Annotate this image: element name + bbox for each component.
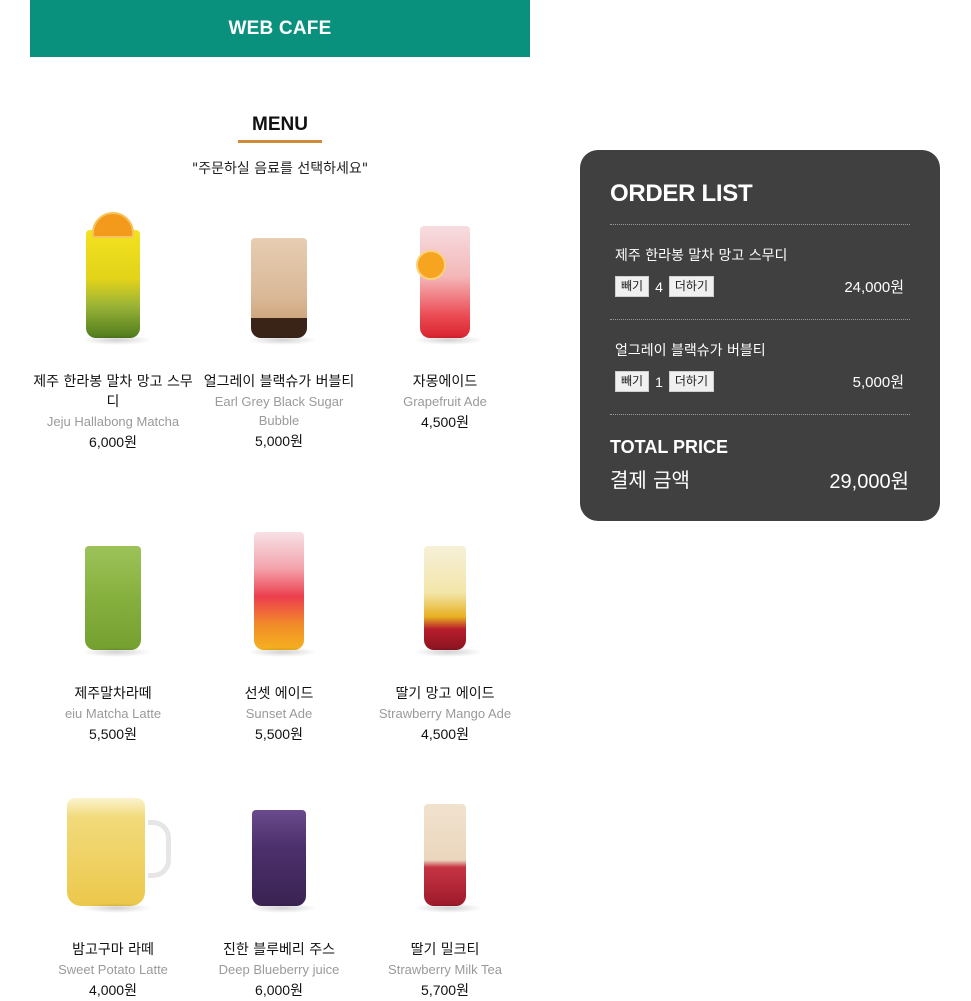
order-item-price: 24,000원 bbox=[844, 279, 904, 296]
menu-title: MENU bbox=[238, 114, 322, 143]
item-price: 5,700원 bbox=[421, 982, 469, 998]
divider bbox=[610, 319, 910, 320]
order-item-name: 제주 한라봉 말차 망고 스무디 bbox=[615, 248, 788, 264]
order-item-price: 5,000원 bbox=[852, 374, 904, 391]
item-price: 4,500원 bbox=[421, 414, 469, 430]
menu-item-grapefruit-ade[interactable]: 자몽에이드 Grapefruit Ade 4,500원 bbox=[362, 200, 528, 433]
menu-item-matcha-latte[interactable]: 제주말차라떼 eiu Matcha Latte 5,500원 bbox=[30, 512, 196, 745]
item-name-en: Earl Grey Black Sugar Bubble bbox=[214, 394, 344, 428]
item-price: 4,000원 bbox=[89, 982, 137, 998]
menu-item-sunset-ade[interactable]: 선셋 에이드 Sunset Ade 5,500원 bbox=[196, 512, 362, 745]
plus-button[interactable]: 더하기 bbox=[668, 371, 715, 392]
total-price-label: TOTAL PRICE bbox=[610, 437, 729, 457]
total-price-amount: 29,000원 bbox=[829, 471, 909, 493]
drink-image bbox=[362, 512, 528, 662]
item-name-ko: 딸기 밀크티 bbox=[410, 942, 480, 958]
item-name-ko: 선셋 에이드 bbox=[244, 686, 314, 702]
item-name-ko: 밤고구마 라떼 bbox=[72, 942, 154, 958]
menu-item-earl-grey-bubble[interactable]: 얼그레이 블랙슈가 버블티 Earl Grey Black Sugar Bubb… bbox=[196, 200, 362, 452]
item-name-en: Sweet Potato Latte bbox=[58, 962, 168, 977]
drink-image bbox=[196, 200, 362, 350]
item-price: 6,000원 bbox=[255, 982, 303, 998]
item-price: 5,000원 bbox=[255, 433, 303, 449]
order-item-controls: 빼기 4 더하기 bbox=[615, 276, 715, 297]
order-list-title: ORDER LIST bbox=[610, 180, 753, 207]
site-header: WEB CAFE bbox=[30, 0, 530, 57]
item-name-en: Deep Blueberry juice bbox=[218, 962, 340, 977]
item-name-ko: 제주 한라봉 말차 망고 스무디 bbox=[33, 374, 193, 410]
menu-item-strawberry-mango-ade[interactable]: 딸기 망고 에이드 Strawberry Mango Ade 4,500원 bbox=[362, 512, 528, 745]
order-item-controls: 빼기 1 더하기 bbox=[615, 371, 715, 392]
plus-button[interactable]: 더하기 bbox=[668, 276, 715, 297]
item-name-en: Sunset Ade bbox=[245, 706, 313, 721]
order-item-qty: 1 bbox=[655, 373, 663, 390]
minus-button[interactable]: 빼기 bbox=[615, 371, 650, 392]
order-item-qty: 4 bbox=[655, 278, 663, 295]
item-name-en: Jeju Hallabong Matcha bbox=[46, 414, 180, 429]
total-price-label-ko: 결제 금액 bbox=[610, 468, 690, 492]
drink-image bbox=[362, 768, 528, 918]
drink-image bbox=[30, 768, 196, 918]
menu-item-jeju-hallabong[interactable]: 제주 한라봉 말차 망고 스무디 Jeju Hallabong Matcha 6… bbox=[30, 200, 196, 453]
order-list-panel: ORDER LIST 제주 한라봉 말차 망고 스무디 빼기 4 더하기 24,… bbox=[580, 150, 940, 521]
item-price: 6,000원 bbox=[89, 434, 137, 450]
menu-heading: MENU bbox=[30, 114, 530, 143]
minus-button[interactable]: 빼기 bbox=[615, 276, 650, 297]
menu-subtitle: "주문하실 음료를 선택하세요" bbox=[191, 161, 369, 177]
item-name-ko: 진한 블루베리 주스 bbox=[223, 942, 335, 958]
menu-item-blueberry-juice[interactable]: 진한 블루베리 주스 Deep Blueberry juice 6,000원 bbox=[196, 768, 362, 1001]
item-price: 5,500원 bbox=[89, 726, 137, 742]
item-price: 5,500원 bbox=[255, 726, 303, 742]
item-name-ko: 제주말차라떼 bbox=[74, 686, 152, 702]
item-name-en: eiu Matcha Latte bbox=[64, 706, 162, 721]
drink-image bbox=[30, 512, 196, 662]
item-name-en: Strawberry Milk Tea bbox=[388, 962, 502, 977]
drink-image bbox=[30, 200, 196, 350]
drink-image bbox=[196, 512, 362, 662]
site-title: WEB CAFE bbox=[228, 17, 332, 39]
menu-item-sweet-potato-latte[interactable]: 밤고구마 라떼 Sweet Potato Latte 4,000원 bbox=[30, 768, 196, 1001]
order-item-name: 얼그레이 블랙슈가 버블티 bbox=[615, 343, 766, 359]
item-name-en: Strawberry Mango Ade bbox=[378, 706, 512, 721]
item-name-en: Grapefruit Ade bbox=[403, 394, 487, 409]
drink-image bbox=[196, 768, 362, 918]
item-price: 4,500원 bbox=[421, 726, 469, 742]
divider bbox=[610, 414, 910, 415]
menu-item-strawberry-milk-tea[interactable]: 딸기 밀크티 Strawberry Milk Tea 5,700원 bbox=[362, 768, 528, 1001]
item-name-ko: 자몽에이드 bbox=[412, 374, 478, 390]
item-name-ko: 얼그레이 블랙슈가 버블티 bbox=[203, 374, 355, 390]
drink-image bbox=[362, 200, 528, 350]
item-name-ko: 딸기 망고 에이드 bbox=[395, 686, 495, 702]
divider bbox=[610, 224, 910, 225]
